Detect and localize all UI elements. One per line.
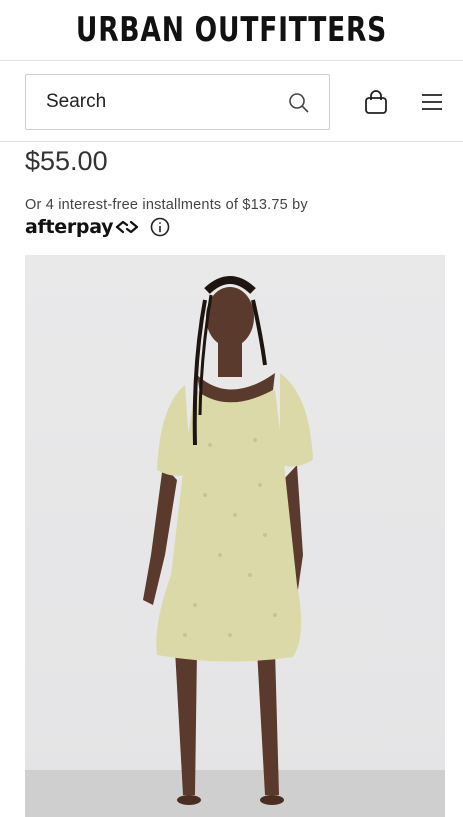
search-icon[interactable] xyxy=(287,91,311,115)
bag-icon[interactable] xyxy=(362,88,390,116)
product-image[interactable] xyxy=(25,255,445,817)
brand-header: URBAN OUTFITTERS xyxy=(0,0,463,61)
brand-logo[interactable]: URBAN OUTFITTERS xyxy=(76,10,387,50)
info-icon[interactable] xyxy=(150,217,170,237)
product-price: $55.00 xyxy=(25,146,108,176)
search-input[interactable] xyxy=(46,91,266,113)
hamburger-menu-icon[interactable] xyxy=(420,92,444,112)
afterpay-logo: afterpay xyxy=(25,216,114,238)
model-illustration xyxy=(143,276,313,805)
search-toolbar xyxy=(0,61,463,142)
afterpay-arrows-icon xyxy=(116,220,139,234)
installments-text: Or 4 interest-free installments of $13.7… xyxy=(25,197,308,213)
search-field[interactable] xyxy=(25,74,330,130)
afterpay-row: afterpay xyxy=(25,214,170,240)
